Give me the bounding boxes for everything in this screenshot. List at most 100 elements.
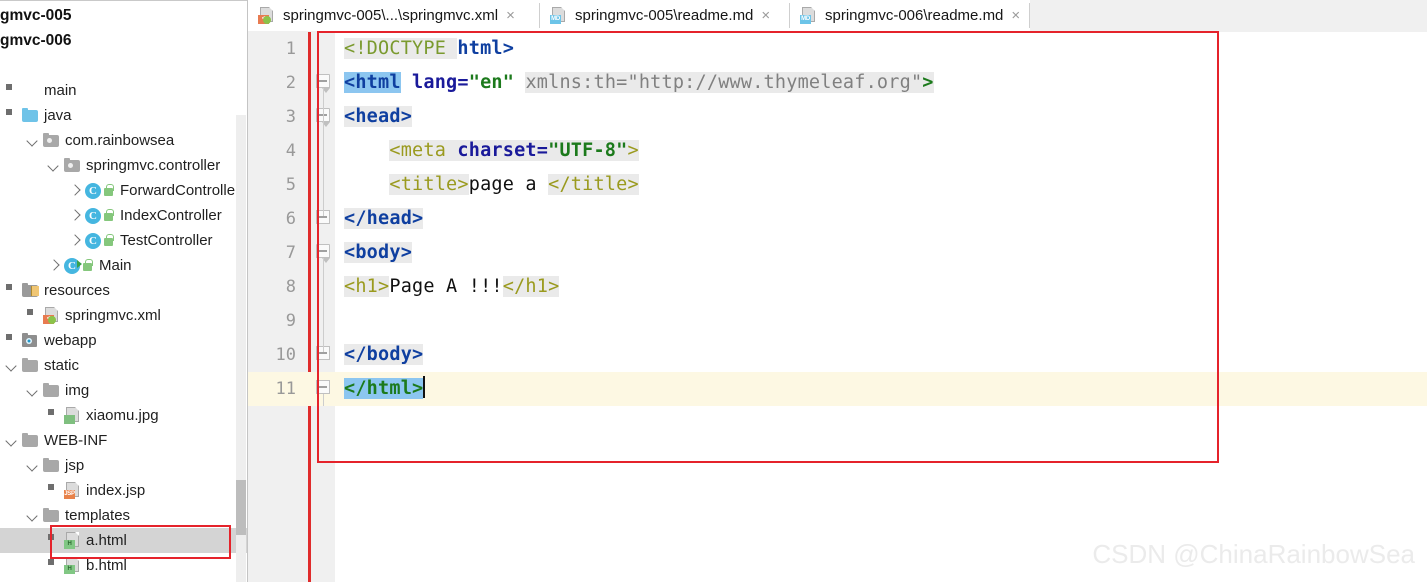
code-token: </head> [344,208,424,229]
tree-row[interactable]: templates [0,503,248,528]
code-text: </head> [344,202,424,236]
chevron-down-icon[interactable] [6,434,19,447]
line-number: 9 [285,311,296,331]
sidebar-scrollbar-thumb[interactable] [236,480,246,535]
chevron-down-icon[interactable] [27,509,40,522]
tree-item-label: main [44,82,77,99]
java-class-icon: C [64,257,82,274]
tree-row[interactable]: C TestController [0,228,248,253]
code-token: <meta [389,140,458,161]
code-line-row: 6 </head> [248,202,1427,236]
tree-row[interactable]: webapp [0,328,248,353]
folder-gray2-icon [43,457,60,473]
chevron-right-icon[interactable] [69,234,82,247]
tree-row[interactable]: static [0,353,248,378]
html-file-icon: H [64,532,81,549]
tree-row[interactable]: jsp [0,453,248,478]
html-file-icon: H [64,557,81,574]
tree-row[interactable]: Hb.html [0,553,248,578]
tree-item-label: xiaomu.jpg [86,407,159,424]
folder-gray2-icon [22,357,39,373]
tree-row[interactable]: JSP index.jsp [0,478,248,503]
tree-row[interactable]: main [0,78,248,103]
chevron-down-icon[interactable] [48,159,61,172]
tree-item-label: img [65,382,90,399]
code-token: <head> [344,106,413,127]
tree-row[interactable]: com.rainbowsea [0,128,248,153]
close-icon[interactable]: × [1011,8,1020,23]
project-title-005[interactable]: gmvc-005 [0,7,72,25]
editor-tab-bar[interactable]: < springmvc-005\...\springmvc.xml × MD sprin… [248,0,1427,33]
public-visibility-icon [103,209,115,222]
chevron-right-icon[interactable] [69,184,82,197]
code-text: <body> [344,236,413,270]
markdown-file-icon: MD [550,7,567,24]
tree-item-label: Main [99,257,132,274]
spacer [48,534,61,547]
tree-item-label: b.html [86,557,127,574]
close-icon[interactable]: × [761,8,770,23]
code-token: > [922,72,934,93]
chevron-right-icon[interactable] [48,259,61,272]
fold-connector [322,258,324,352]
editor-tab-2[interactable]: MD springmvc-006\readme.md × [790,0,1030,31]
folder-gray2-icon [43,507,60,523]
tree-row[interactable]: springmvc.controller [0,153,248,178]
spacer [6,109,19,122]
spacer [48,409,61,422]
tree-row[interactable]: java [0,103,248,128]
tree-row[interactable]: Ha.html [0,528,248,553]
tree-row[interactable]: < springmvc.xml [0,303,248,328]
tree-item-label: static [44,357,80,374]
code-text: <head> [344,100,413,134]
chevron-down-icon[interactable] [27,134,40,147]
tree-item-label: springmvc.xml [65,307,161,324]
tree-row[interactable]: xiaomu.jpg [0,403,248,428]
code-token: </h1> [502,276,560,297]
close-icon[interactable]: × [506,8,515,23]
code-token: </html> [344,378,424,399]
spacer [48,484,61,497]
chevron-right-icon[interactable] [69,209,82,222]
xml-file-icon: < [258,7,275,24]
tree-item-label: webapp [44,332,97,349]
java-class-icon: C [85,182,101,199]
public-visibility-icon [103,234,115,247]
tree-row[interactable]: C IndexController [0,203,248,228]
code-line-row: 9 [248,304,1427,338]
tree-row[interactable]: resources [0,278,248,303]
fold-connector [322,122,324,216]
tree-row[interactable]: C ForwardController [0,178,248,203]
code-line-row: 5 <title>page a </title> [248,168,1427,202]
tree-row[interactable]: img [0,378,248,403]
panel-top-divider [0,0,248,1]
no-icon [22,83,39,98]
folder-gray-icon [64,157,81,173]
fold-toggle-icon[interactable] [316,244,330,263]
code-line-row: 3 <head> [248,100,1427,134]
tree-row[interactable]: WEB-INF [0,428,248,453]
editor-tab-0[interactable]: < springmvc-005\...\springmvc.xml × [248,0,540,31]
code-line-row: 8 <h1>Page A !!!</h1> [248,270,1427,304]
line-number: 10 [275,345,296,365]
line-number: 7 [285,243,296,263]
code-line-row: 1 <!DOCTYPE html> [248,32,1427,66]
project-title-006[interactable]: gmvc-006 [0,32,72,50]
spacer [6,284,19,297]
spacer [6,334,19,347]
editor-tab-1[interactable]: MD springmvc-005\readme.md × [540,0,790,31]
code-editor[interactable]: 1 <!DOCTYPE html> 2 <html lang="en" xmlns:t… [248,32,1427,582]
code-line-row: 11 </html> [248,372,1427,406]
chevron-down-icon[interactable] [27,384,40,397]
fold-toggle-icon[interactable] [316,380,330,394]
tree-item-label: java [44,107,72,124]
fold-toggle-icon[interactable] [316,74,330,93]
project-tree-panel[interactable]: gmvc-005 gmvc-006 main java com.rainbowsea… [0,0,248,582]
tree-row[interactable]: C Main [0,253,248,278]
folder-blue-icon [22,107,39,123]
folder-gray2-icon [22,432,39,448]
chevron-down-icon[interactable] [6,359,19,372]
chevron-down-icon[interactable] [27,459,40,472]
